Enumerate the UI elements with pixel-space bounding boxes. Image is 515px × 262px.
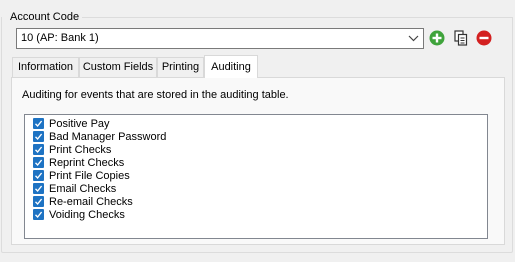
checkbox-checked-icon[interactable] [33, 118, 44, 129]
tab-information[interactable]: Information [12, 57, 79, 77]
tab-printing[interactable]: Printing [157, 57, 204, 77]
checkbox-checked-icon[interactable] [33, 144, 44, 155]
checkbox-checked-icon[interactable] [33, 157, 44, 168]
list-item-label: Voiding Checks [49, 208, 125, 221]
list-item-email-checks[interactable]: Email Checks [33, 182, 116, 195]
list-item-label: Print Checks [49, 143, 112, 156]
minus-circle-icon [476, 30, 492, 46]
copy-button[interactable] [453, 30, 469, 46]
add-button[interactable] [429, 30, 445, 46]
checkbox-checked-icon[interactable] [33, 131, 44, 142]
checkbox-checked-icon[interactable] [33, 183, 44, 194]
tab-custom-fields[interactable]: Custom Fields [79, 57, 157, 77]
list-item-label: Positive Pay [49, 117, 110, 130]
plus-circle-icon [429, 30, 445, 46]
account-code-dropdown[interactable]: 10 (AP: Bank 1) [16, 28, 424, 49]
list-item-reprint-checks[interactable]: Reprint Checks [33, 156, 124, 169]
checkbox-checked-icon[interactable] [33, 196, 44, 207]
checkbox-checked-icon[interactable] [33, 209, 44, 220]
auditing-panel: Auditing for events that are stored in t… [11, 77, 505, 245]
list-item-label: Email Checks [49, 182, 117, 195]
delete-button[interactable] [476, 30, 492, 46]
auditing-description: Auditing for events that are stored in t… [22, 89, 289, 101]
list-item-label: Reprint Checks [49, 156, 125, 169]
audit-events-list[interactable]: Positive Pay Bad Manager Password Print … [24, 114, 488, 239]
checkbox-checked-icon[interactable] [33, 170, 44, 181]
list-item-label: Re-email Checks [49, 195, 133, 208]
list-item-re-email-checks[interactable]: Re-email Checks [33, 195, 133, 208]
account-code-value: 10 (AP: Bank 1) [21, 32, 99, 44]
list-item-bad-manager-password[interactable]: Bad Manager Password [33, 130, 166, 143]
list-item-print-checks[interactable]: Print Checks [33, 143, 111, 156]
list-item-print-file-copies[interactable]: Print File Copies [33, 169, 130, 182]
list-item-label: Print File Copies [49, 169, 130, 182]
tab-auditing[interactable]: Auditing [204, 55, 258, 78]
copy-icon [454, 30, 468, 46]
list-item-positive-pay[interactable]: Positive Pay [33, 117, 110, 130]
chevron-down-icon [408, 35, 419, 42]
list-item-label: Bad Manager Password [49, 130, 167, 143]
list-item-voiding-checks[interactable]: Voiding Checks [33, 208, 125, 221]
